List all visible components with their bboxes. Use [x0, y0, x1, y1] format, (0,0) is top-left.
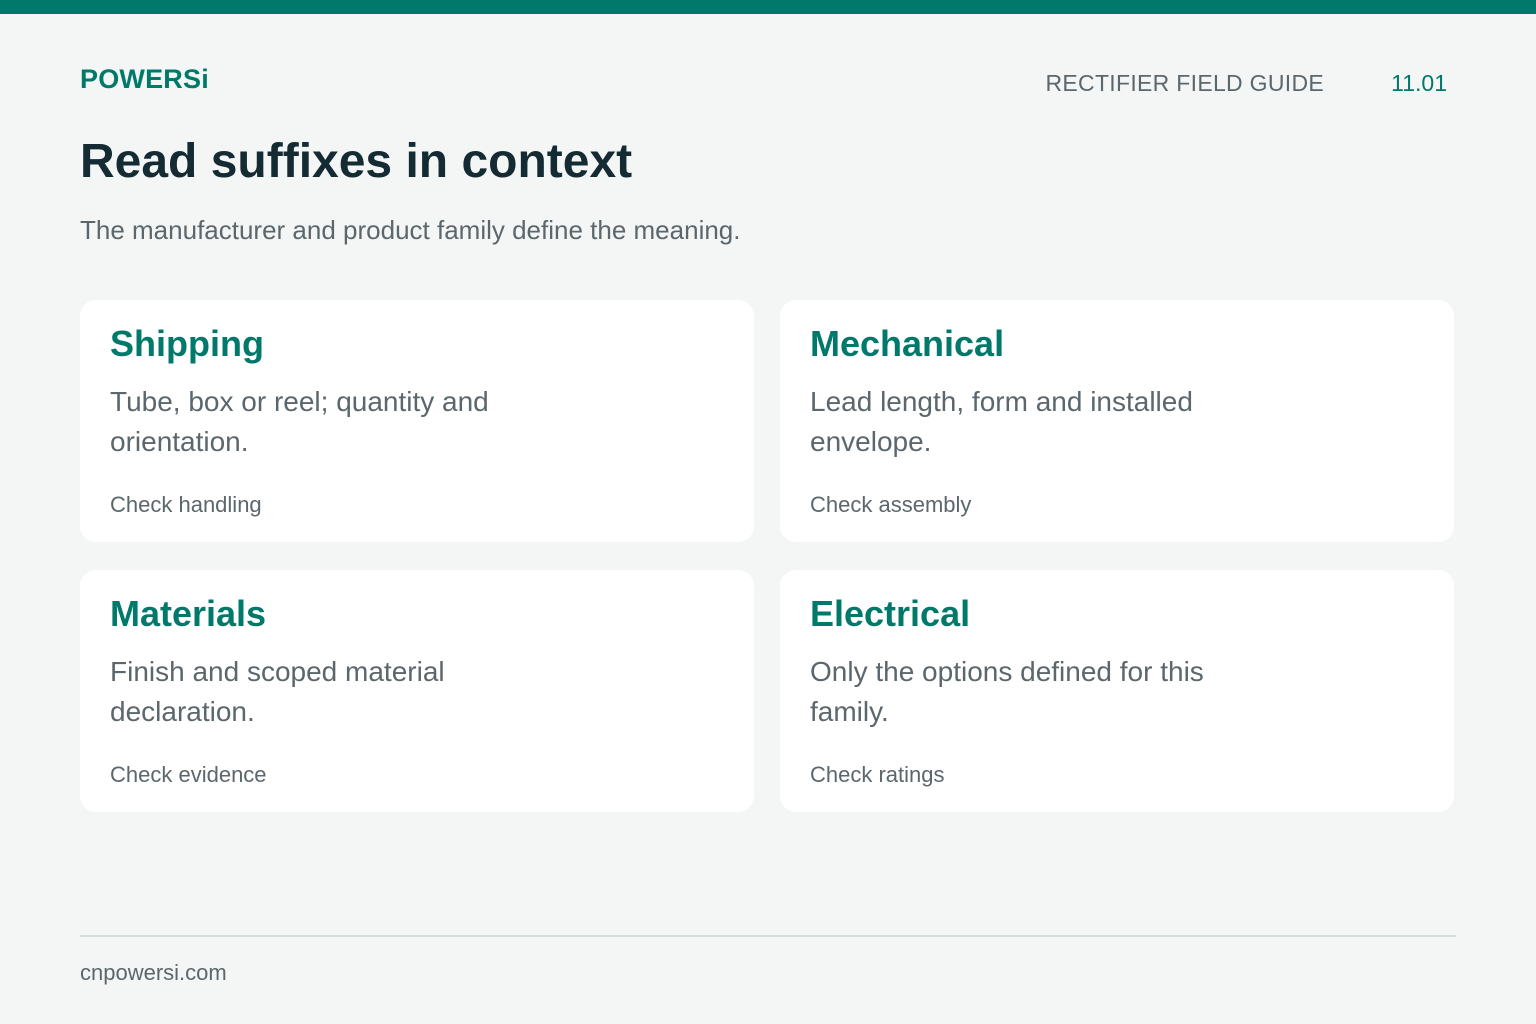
card-title: Materials [110, 593, 267, 634]
page-subtitle: The manufacturer and product family defi… [80, 215, 741, 245]
card-footer: Check ratings [810, 762, 945, 787]
card-body: Tube, box or reel; quantity and orientat… [110, 386, 489, 457]
card-title: Electrical [810, 593, 971, 634]
card-footer: Check assembly [810, 492, 972, 517]
card-electrical: Electrical Only the options defined for … [780, 570, 1454, 812]
card-materials: Materials Finish and scoped material dec… [80, 570, 754, 812]
guide-title: RECTIFIER FIELD GUIDE [1045, 70, 1324, 96]
card-body: Finish and scoped material declaration. [110, 656, 445, 727]
card-shipping: Shipping Tube, box or reel; quantity and… [80, 300, 754, 542]
card-title: Mechanical [810, 323, 1005, 364]
footer-domain: cnpowersi.com [80, 960, 227, 985]
footer-divider [80, 935, 1456, 937]
card-body: Lead length, form and installed envelope… [810, 386, 1193, 457]
top-accent-bar [0, 0, 1536, 14]
card-footer: Check evidence [110, 762, 267, 787]
page-number: 11.01 [1391, 70, 1447, 96]
card-body: Only the options defined for this family… [810, 656, 1204, 727]
brand-logo: POWERSi [80, 64, 209, 94]
card-title: Shipping [110, 323, 264, 364]
card-grid: Shipping Tube, box or reel; quantity and… [80, 300, 1454, 812]
card-mechanical: Mechanical Lead length, form and install… [780, 300, 1454, 542]
card-footer: Check handling [110, 492, 262, 517]
page-title: Read suffixes in context [80, 135, 633, 188]
